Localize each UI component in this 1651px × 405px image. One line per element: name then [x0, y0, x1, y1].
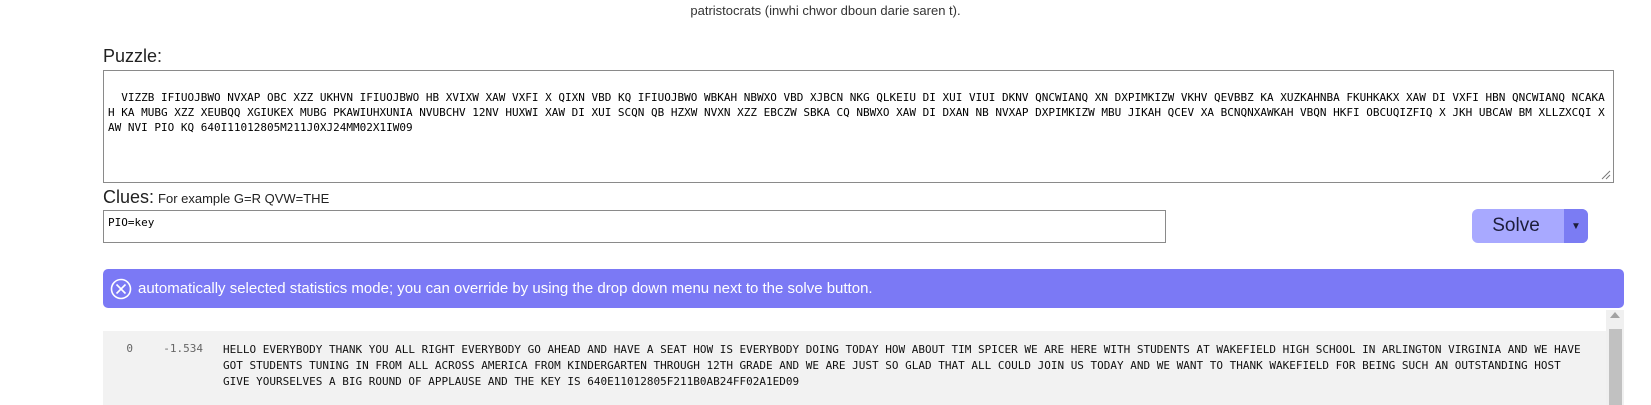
- close-circle-icon[interactable]: [110, 278, 132, 300]
- solve-button[interactable]: Solve ▼: [1472, 209, 1588, 243]
- chevron-down-icon: ▼: [1571, 220, 1581, 232]
- clues-input[interactable]: PIO=key: [103, 210, 1166, 243]
- result-index: 0: [126, 342, 133, 355]
- clues-label-text: Clues:: [103, 187, 155, 207]
- solve-mode-dropdown[interactable]: ▼: [1564, 209, 1588, 243]
- results-scrollbar[interactable]: [1606, 310, 1624, 405]
- scrollbar-thumb[interactable]: [1609, 329, 1622, 405]
- resize-grip-icon[interactable]: [1601, 170, 1611, 180]
- header-note: patristocrats (inwhi chwor dboun darie s…: [690, 3, 961, 18]
- result-score: -1.534: [163, 342, 203, 355]
- banner-text: automatically selected statistics mode; …: [138, 280, 873, 297]
- results-list: 0 -1.534 HELLO EVERYBODY THANK YOU ALL R…: [103, 331, 1606, 405]
- result-row[interactable]: 0 -1.534 HELLO EVERYBODY THANK YOU ALL R…: [103, 331, 1606, 390]
- puzzle-text: VIZZB IFIUOJBWO NVXAP OBC XZZ UKHVN IFIU…: [108, 91, 1605, 134]
- scroll-up-icon[interactable]: [1610, 312, 1620, 318]
- puzzle-textarea[interactable]: VIZZB IFIUOJBWO NVXAP OBC XZZ UKHVN IFIU…: [103, 70, 1614, 183]
- puzzle-label: Puzzle:: [103, 46, 163, 66]
- solve-button-label: Solve: [1492, 215, 1540, 236]
- result-text: HELLO EVERYBODY THANK YOU ALL RIGHT EVER…: [223, 343, 1588, 388]
- clues-label: Clues: For example G=R QVW=THE: [103, 187, 329, 208]
- clues-hint: For example G=R QVW=THE: [158, 191, 330, 206]
- status-banner: automatically selected statistics mode; …: [103, 269, 1624, 308]
